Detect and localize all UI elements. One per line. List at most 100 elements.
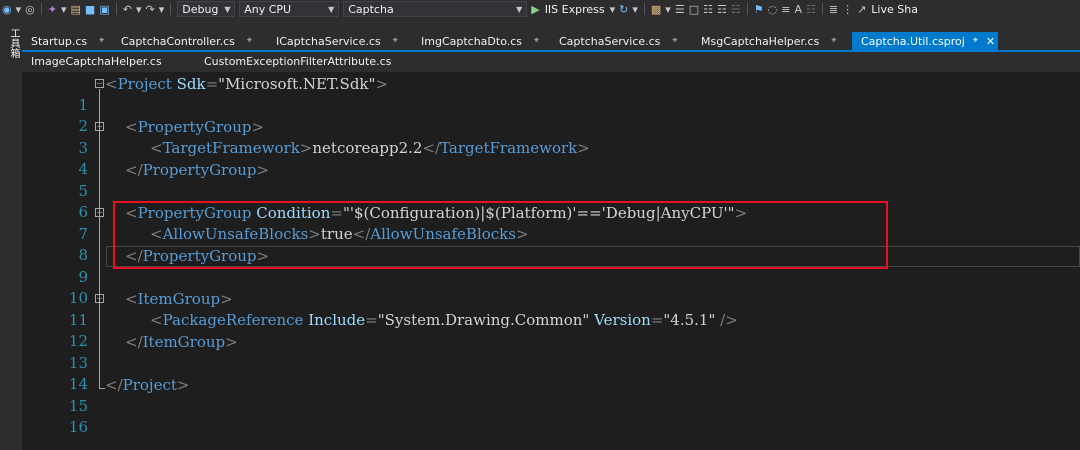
tab-label: ICaptchaService.cs	[276, 34, 381, 48]
share-icon[interactable]: ↗	[855, 0, 868, 18]
font-size-icon[interactable]: A	[792, 0, 804, 18]
diagram-icon[interactable]: ☶	[715, 0, 729, 18]
tab-label: ImageCaptchaHelper.cs	[31, 54, 162, 68]
watch-icon[interactable]: ◌	[766, 0, 780, 18]
forward-icon[interactable]: ◎	[23, 0, 37, 18]
tab-row: ImageCaptchaHelper.cs CustomExceptionFil…	[22, 52, 415, 70]
dropdown-arrow-icon[interactable]: ▾	[14, 0, 24, 18]
toolbar-separator	[643, 3, 645, 15]
new-project-icon[interactable]: ✦	[46, 0, 59, 18]
tab-msg-captcha-helper[interactable]: MsgCaptchaHelper.cs ⌖	[692, 32, 852, 50]
code-line: 6	[40, 181, 1080, 221]
code-line: 10	[40, 267, 1080, 307]
code-line: 14	[40, 353, 1080, 393]
toolbar-separator	[40, 3, 42, 15]
collapse-icon[interactable]: −	[95, 79, 104, 88]
tab-image-captcha-helper[interactable]: ImageCaptchaHelper.cs	[22, 52, 195, 70]
document-icon[interactable]: □	[687, 0, 701, 18]
refresh-icon[interactable]: ↻	[617, 0, 630, 18]
code-text: <PropertyGroup>	[125, 118, 265, 136]
chevron-down-icon: ▼	[224, 4, 231, 14]
code-line: 2	[40, 95, 1080, 135]
pin-icon[interactable]: ⌖	[973, 36, 978, 46]
code-line: 12 <PackageReference Include="System.Dra…	[40, 310, 1080, 350]
code-text: </ItemGroup>	[125, 333, 238, 351]
pin-icon[interactable]: ⌖	[247, 36, 252, 46]
live-share-button[interactable]: Live Sha	[868, 3, 921, 16]
outline-guide	[99, 89, 100, 389]
save-all-icon[interactable]: ▣	[97, 0, 111, 18]
structure-icon[interactable]: ☰	[673, 0, 687, 18]
open-folder-icon[interactable]: ▤	[69, 0, 83, 18]
pin-icon[interactable]: ⌖	[534, 36, 539, 46]
dropdown-arrow-icon[interactable]: ▾	[157, 0, 167, 18]
bookmark-icon[interactable]: ⚑	[752, 0, 766, 18]
tab-captcha-util-csproj[interactable]: Captcha.Util.csproj ⌖ ✕	[852, 32, 998, 50]
code-line: 11 − <ItemGroup>	[40, 289, 1080, 329]
code-line: 15 </Project>	[40, 375, 1080, 415]
code-line: 1 − <Project Sdk="Microsoft.NET.Sdk">	[40, 74, 1080, 114]
code-text: <Project Sdk="Microsoft.NET.Sdk">	[105, 75, 388, 93]
tab-label: Captcha.Util.csproj	[861, 34, 965, 48]
chevron-down-icon: ▼	[516, 4, 523, 14]
tab-custom-exception-filter[interactable]: CustomExceptionFilterAttribute.cs	[195, 52, 415, 70]
browser-link-icon[interactable]: ▩	[649, 0, 663, 18]
startup-project-select[interactable]: Captcha ▼	[343, 1, 528, 17]
tab-label: CaptchaService.cs	[559, 34, 661, 48]
close-icon[interactable]: ✕	[986, 35, 995, 48]
platform-value: Any CPU	[244, 2, 292, 16]
toolbar-separator	[170, 3, 172, 15]
code-text: <TargetFramework>netcoreapp2.2</TargetFr…	[150, 139, 590, 157]
line-number: 16	[68, 418, 88, 436]
dropdown-arrow-icon[interactable]: ▾	[59, 0, 69, 18]
code-text: </PropertyGroup>	[125, 161, 270, 179]
dropdown-arrow-icon[interactable]: ▾	[608, 0, 618, 18]
redo-icon[interactable]: ↷	[143, 0, 156, 18]
disabled-tool-icon: ☷	[805, 2, 816, 16]
tab-label: Startup.cs	[31, 34, 88, 48]
undo-icon[interactable]: ↶	[121, 0, 134, 18]
chevron-down-icon: ▼	[328, 4, 335, 14]
tab-captcha-service[interactable]: CaptchaService.cs ⌖	[550, 32, 692, 50]
dropdown-arrow-icon[interactable]: ▾	[134, 0, 144, 18]
toolbar-separator	[746, 3, 748, 15]
highlight-annotation	[113, 201, 888, 269]
save-icon[interactable]: ■	[83, 0, 97, 18]
play-icon[interactable]: ▶	[529, 0, 541, 18]
pin-icon[interactable]: ⌖	[672, 36, 677, 46]
main-toolbar: ◉ ▾ ◎ ✦ ▾ ▤ ■ ▣ ↶ ▾ ↷ ▾ Debug ▼ Any CPU …	[0, 0, 1080, 18]
configuration-select[interactable]: Debug ▼	[177, 1, 236, 17]
pin-icon[interactable]: ⌖	[831, 36, 836, 46]
code-line: 3 − <PropertyGroup>	[40, 117, 1080, 157]
code-line: 5 </PropertyGroup>	[40, 160, 1080, 200]
startup-project-value: Captcha	[348, 2, 394, 16]
dropdown-arrow-icon[interactable]: ▾	[630, 0, 640, 18]
tab-label: ImgCaptchaDto.cs	[421, 34, 523, 48]
tab-startup[interactable]: Startup.cs ⌖	[22, 32, 112, 50]
code-line: 4 <TargetFramework>netcoreapp2.2</Target…	[40, 138, 1080, 178]
outline-guide-end	[99, 388, 105, 389]
run-button[interactable]: IIS Express	[542, 3, 608, 16]
back-icon[interactable]: ◉	[0, 0, 14, 18]
code-text: </Project>	[105, 376, 190, 394]
code-text: <PackageReference Include="System.Drawin…	[150, 311, 738, 329]
tab-captcha-controller[interactable]: CaptchaController.cs ⌖	[112, 32, 267, 50]
dropdown-arrow-icon[interactable]: ▾	[663, 0, 673, 18]
comment-icon[interactable]: ≡	[779, 0, 792, 18]
tab-img-captcha-dto[interactable]: ImgCaptchaDto.cs ⌖	[412, 32, 550, 50]
toolbox-label[interactable]: 工具箱	[4, 28, 19, 58]
platform-select[interactable]: Any CPU ▼	[239, 1, 340, 17]
indent-icon[interactable]: ≣	[827, 0, 840, 18]
hierarchy-icon[interactable]: ☷	[701, 0, 715, 18]
tab-row: Startup.cs ⌖ CaptchaController.cs ⌖ ICap…	[22, 32, 998, 50]
overflow-icon[interactable]: ⋮	[840, 0, 855, 18]
toolbar-separator	[821, 3, 823, 15]
configuration-value: Debug	[182, 2, 219, 16]
disabled-tool-icon: ☵	[730, 2, 741, 16]
code-line: 13 </ItemGroup>	[40, 332, 1080, 372]
pin-icon[interactable]: ⌖	[393, 36, 398, 46]
tab-label: CaptchaController.cs	[121, 34, 235, 48]
tab-icaptcha-service[interactable]: ICaptchaService.cs ⌖	[267, 32, 412, 50]
toolbar-separator	[115, 3, 117, 15]
pin-icon[interactable]: ⌖	[99, 36, 104, 46]
